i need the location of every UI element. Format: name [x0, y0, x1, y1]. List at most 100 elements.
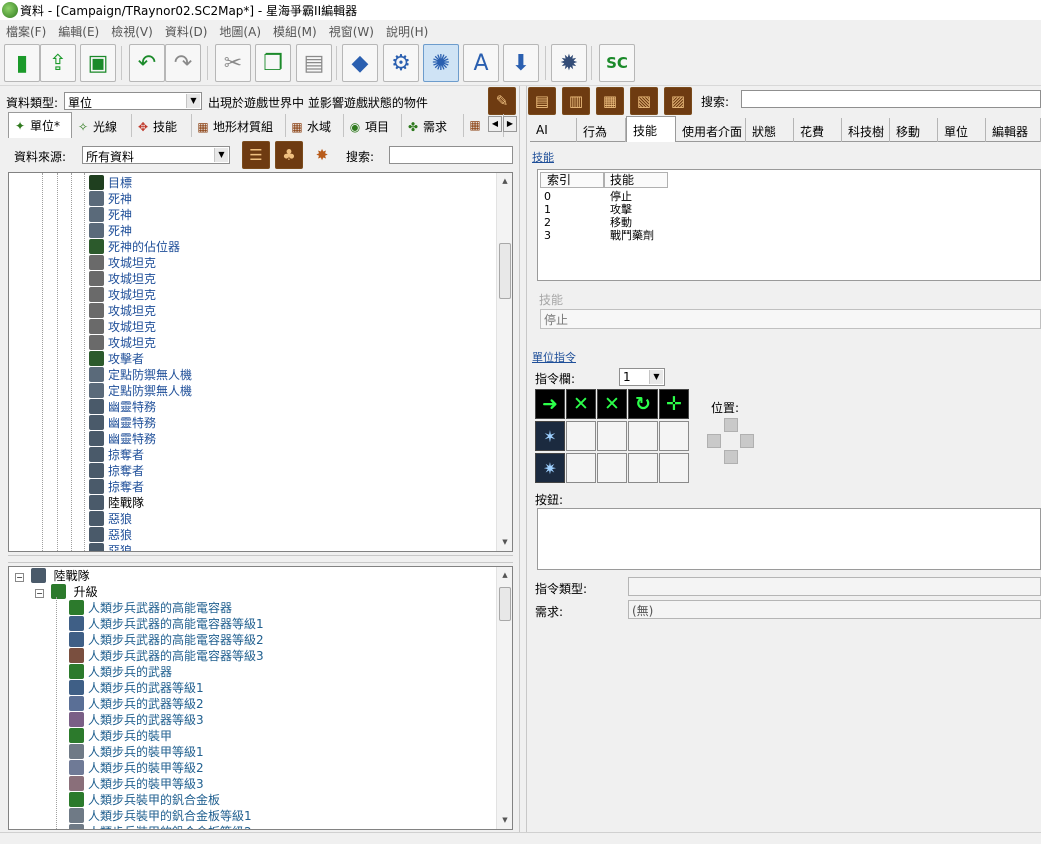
field-tab[interactable]: AI	[530, 118, 577, 142]
filter-button[interactable]: ✸	[308, 141, 336, 169]
unit-list-item[interactable]: 攻城坦克	[89, 271, 156, 287]
menu-map[interactable]: 地圖(A)	[213, 20, 267, 40]
tree-item[interactable]: 人類步兵裝甲的釩合金板	[69, 792, 220, 808]
tab-terrain[interactable]: ▦ 地形材質組	[192, 114, 286, 137]
tree-item[interactable]: 人類步兵的武器	[69, 664, 172, 680]
trigger-editor-button[interactable]: ⚙	[383, 44, 419, 82]
tab-water[interactable]: ▦ 水域	[286, 114, 344, 137]
unit-list-item[interactable]: 攻城坦克	[89, 287, 156, 303]
copy-button[interactable]: ❐	[255, 44, 291, 82]
scroll-down-icon[interactable]: ▼	[497, 534, 512, 550]
tab-requirement[interactable]: ✤ 需求	[402, 114, 464, 137]
requirement-field[interactable]: (無)	[628, 600, 1041, 619]
pane-splitter[interactable]	[519, 86, 527, 832]
unit-list-item[interactable]: 掠奪者	[89, 447, 144, 463]
scroll-down-icon[interactable]: ▼	[497, 812, 512, 828]
unit-list-item[interactable]: 掠奪者	[89, 463, 144, 479]
unit-list-item[interactable]: 掠奪者	[89, 479, 144, 495]
unit-commands-link[interactable]: 單位指令	[532, 349, 576, 365]
stop-command-button[interactable]: ✕	[566, 389, 596, 419]
position-left[interactable]	[707, 434, 721, 448]
field-tab[interactable]: 花費	[794, 118, 842, 142]
header-index[interactable]: 索引	[540, 172, 604, 188]
tree-root[interactable]: − 陸戰隊	[15, 568, 90, 584]
ability-row[interactable]: 3 戰鬥藥劑	[544, 229, 1024, 242]
position-down[interactable]	[724, 450, 738, 464]
menu-window[interactable]: 視窗(W)	[323, 20, 380, 40]
command-slot-empty[interactable]	[597, 453, 627, 483]
unit-list-item[interactable]: 幽靈特務	[89, 399, 156, 415]
unit-list-item[interactable]: 幽靈特務	[89, 415, 156, 431]
field-tab[interactable]: 狀態	[746, 118, 794, 142]
ability-row[interactable]: 0 停止	[544, 190, 1024, 203]
ai-editor-button[interactable]: ✹	[551, 44, 587, 82]
tree-item[interactable]: 人類步兵的裝甲	[69, 728, 172, 744]
tree-item[interactable]: 人類步兵武器的高能電容器	[69, 600, 232, 616]
tree-item[interactable]: 人類步兵的武器等級3	[69, 712, 204, 728]
header-ability[interactable]: 技能	[604, 172, 668, 188]
tree-item[interactable]: 人類步兵武器的高能電容器等級3	[69, 648, 264, 664]
position-pad[interactable]	[707, 418, 755, 466]
menu-edit[interactable]: 編輯(E)	[52, 20, 105, 40]
collapse-icon[interactable]: −	[15, 573, 24, 582]
tab-scroll-left[interactable]: ◀	[488, 116, 502, 132]
paste-button[interactable]: ▤	[296, 44, 332, 82]
scroll-up-icon[interactable]: ▲	[497, 173, 512, 189]
field-tab[interactable]: 移動	[890, 118, 938, 142]
new-file-button[interactable]: ▮	[4, 44, 40, 82]
data-editor-button[interactable]: ✺	[423, 44, 459, 82]
tab-unit[interactable]: ✦ 單位*	[8, 112, 72, 138]
position-up[interactable]	[724, 418, 738, 432]
unit-list-item[interactable]: 陸戰隊	[89, 495, 144, 511]
unit-list-item[interactable]: 死神	[89, 191, 132, 207]
command-slot-empty[interactable]	[628, 453, 658, 483]
tree-item[interactable]: 人類步兵裝甲的釩合金板等級2	[69, 824, 252, 829]
tab-ability[interactable]: ✥ 技能	[132, 114, 192, 137]
field-view-2-button[interactable]: ▥	[562, 87, 590, 115]
terrain-editor-button[interactable]: ◆	[342, 44, 378, 82]
tab-scroll-right[interactable]: ▶	[503, 116, 517, 132]
tab-item[interactable]: ◉ 項目	[344, 114, 402, 137]
tree-item[interactable]: 人類步兵裝甲的釩合金板等級1	[69, 808, 252, 824]
menu-help[interactable]: 說明(H)	[380, 20, 434, 40]
panel-splitter[interactable]	[8, 555, 513, 563]
ability-row[interactable]: 1 攻擊	[544, 203, 1024, 216]
stim-ability-button[interactable]: ✷	[535, 453, 565, 483]
test-map-button[interactable]: SC	[599, 44, 635, 82]
field-tab[interactable]: 行為	[577, 118, 626, 142]
attack-move-command-button[interactable]: ✛	[659, 389, 689, 419]
edit-mode-button[interactable]: ✎	[488, 87, 516, 115]
command-card-select[interactable]: 1 ▼	[619, 368, 665, 386]
unit-list-item[interactable]: 惡狼	[89, 543, 132, 551]
tree-item[interactable]: 人類步兵武器的高能電容器等級1	[69, 616, 264, 632]
unit-list-item[interactable]: 攻擊者	[89, 351, 144, 367]
command-slot-empty[interactable]	[659, 421, 689, 451]
unit-list-item[interactable]: 死神	[89, 223, 132, 239]
field-view-3-button[interactable]: ▦	[596, 87, 624, 115]
ability-row[interactable]: 2 移動	[544, 216, 1024, 229]
command-slot-empty[interactable]	[566, 421, 596, 451]
data-type-select[interactable]: 單位 ▼	[64, 92, 202, 110]
import-editor-button[interactable]: ⬇	[503, 44, 539, 82]
undo-button[interactable]: ↶	[129, 44, 165, 82]
unit-list-item[interactable]: 惡狼	[89, 511, 132, 527]
patrol-command-button[interactable]: ↻	[628, 389, 658, 419]
field-view-4-button[interactable]: ▧	[630, 87, 658, 115]
list-view-button[interactable]: ☰	[242, 141, 270, 169]
unit-list-item[interactable]: 攻城坦克	[89, 255, 156, 271]
marine-portrait-button[interactable]: ✶	[535, 421, 565, 451]
ability-field[interactable]: 停止	[540, 309, 1041, 329]
unit-list-item[interactable]: 死神的佔位器	[89, 239, 180, 255]
field-tab[interactable]: 使用者介面	[676, 118, 746, 142]
redo-button[interactable]: ↷	[165, 44, 201, 82]
menu-view[interactable]: 檢視(V)	[105, 20, 159, 40]
text-editor-button[interactable]: A	[463, 44, 499, 82]
scroll-thumb[interactable]	[499, 587, 511, 621]
unit-list-item[interactable]: 幽靈特務	[89, 431, 156, 447]
tree-item[interactable]: 人類步兵的裝甲等級3	[69, 776, 204, 792]
tree-group[interactable]: − 升級	[35, 584, 98, 600]
menu-data[interactable]: 資料(D)	[159, 20, 214, 40]
field-view-1-button[interactable]: ▤	[528, 87, 556, 115]
unit-list-item[interactable]: 定點防禦無人機	[89, 383, 192, 399]
field-tab[interactable]: 單位	[938, 118, 986, 142]
